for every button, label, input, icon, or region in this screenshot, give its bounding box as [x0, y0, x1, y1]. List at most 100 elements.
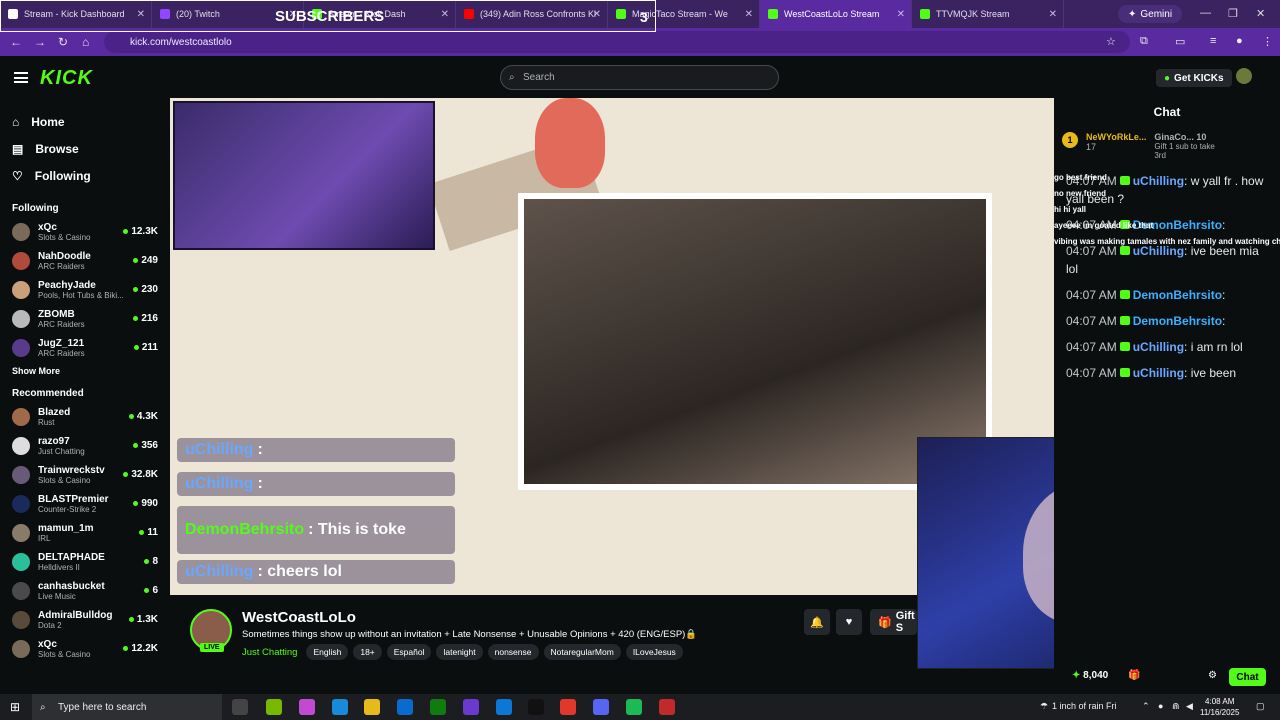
- menu-icon[interactable]: ⋮: [1262, 35, 1273, 48]
- weather-text[interactable]: 1 inch of rain Fri: [1052, 701, 1117, 711]
- chat-username[interactable]: uChilling: [1133, 340, 1184, 354]
- nvidia-icon[interactable]: [266, 699, 282, 715]
- windows-start-icon[interactable]: ⊞: [10, 700, 20, 714]
- maximize-icon[interactable]: ❐: [1228, 7, 1238, 20]
- viewer-count: 12.2K: [123, 643, 158, 654]
- channel-name: DELTAPHADE: [38, 551, 105, 563]
- channel-info: PeachyJade Pools, Hot Tubs & Biki...: [38, 280, 129, 300]
- bookmark-star-icon[interactable]: ☆: [1106, 35, 1116, 48]
- stream-tag[interactable]: ILoveJesus: [625, 644, 683, 660]
- store-icon[interactable]: [397, 699, 413, 715]
- streamer-name[interactable]: WestCoastLoLo: [242, 609, 356, 626]
- channel-name: razo97: [38, 435, 70, 447]
- get-kicks-button[interactable]: ● Get KICKs: [1156, 69, 1232, 87]
- home-icon[interactable]: ⌂: [82, 35, 89, 49]
- gemini-button[interactable]: ✦ Gemini: [1118, 5, 1183, 23]
- hamburger-menu-icon[interactable]: [14, 72, 28, 83]
- tab-close-icon[interactable]: ✕: [1049, 9, 1057, 20]
- edge-icon[interactable]: [332, 699, 348, 715]
- tab-close-icon[interactable]: ✕: [897, 9, 905, 20]
- stream-tag[interactable]: latenight: [436, 644, 483, 660]
- notification-bell-button[interactable]: 🔔: [804, 609, 830, 635]
- obs-icon[interactable]: [659, 699, 675, 715]
- discord-icon[interactable]: [593, 699, 609, 715]
- gift-box-icon[interactable]: 🎁: [1128, 670, 1140, 681]
- taskbar-search-input[interactable]: ⌕ Type here to search: [32, 694, 222, 720]
- sidebar-channel[interactable]: JugZ_121 ARC Raiders 211: [0, 333, 170, 362]
- close-window-icon[interactable]: ✕: [1256, 7, 1265, 20]
- media-icon[interactable]: ≡: [1210, 35, 1216, 47]
- stream-tag[interactable]: 18+: [353, 644, 382, 660]
- sidebar-channel[interactable]: xQc Slots & Casino 12.3K: [0, 217, 170, 246]
- outlook-icon[interactable]: [496, 699, 512, 715]
- user-avatar[interactable]: [1236, 68, 1252, 84]
- notifications-icon[interactable]: ▢: [1256, 701, 1265, 712]
- back-icon[interactable]: ←: [10, 35, 22, 49]
- wifi-icon[interactable]: ⋒: [1172, 701, 1180, 712]
- sidebar-channel[interactable]: razo97 Just Chatting 356: [0, 431, 170, 460]
- mic-icon[interactable]: ●: [1158, 701, 1163, 711]
- profile-icon[interactable]: ●: [1236, 35, 1243, 47]
- chrome-icon[interactable]: [560, 699, 576, 715]
- file-explorer-icon[interactable]: [364, 699, 380, 715]
- stream-tag[interactable]: English: [306, 644, 349, 660]
- task-view-icon[interactable]: [232, 699, 248, 715]
- sidebar-channel[interactable]: xQc Slots & Casino 12.2K: [0, 634, 170, 663]
- nav-following[interactable]: ♡ Following: [12, 162, 158, 189]
- chat-timestamp: 04:07 AM: [1066, 340, 1117, 354]
- kick-logo[interactable]: KICK: [40, 67, 93, 90]
- sidebar-channel[interactable]: AdmiralBulldog Dota 2 1.3K: [0, 605, 170, 634]
- sidebar-channel[interactable]: DELTAPHADE Helldivers II 8: [0, 547, 170, 576]
- chat-send-button[interactable]: Chat: [1229, 668, 1266, 686]
- stream-tag[interactable]: NotaregularMom: [543, 644, 621, 660]
- sidebar-channel[interactable]: Trainwreckstv Slots & Casino 32.8K: [0, 460, 170, 489]
- gift-label: Gift S: [895, 610, 915, 634]
- url-field[interactable]: kick.com/westcoastlolo: [104, 31, 1130, 53]
- leader-name: NeWYoRkLe...: [1086, 132, 1147, 142]
- live-dot-icon: [133, 316, 139, 321]
- tab-close-icon[interactable]: ✕: [745, 9, 753, 20]
- search-input[interactable]: ⌕ Search: [500, 65, 779, 90]
- pip-webcam-top: [173, 101, 435, 250]
- show-more-link[interactable]: Show More: [12, 366, 158, 376]
- nav-home[interactable]: ⌂ Home: [12, 108, 158, 135]
- chat-username[interactable]: DemonBehrsito: [1133, 314, 1222, 328]
- sidebar-channel[interactable]: mamun_1m IRL 11: [0, 518, 170, 547]
- stream-category[interactable]: Just Chatting: [242, 647, 297, 658]
- xbox-icon[interactable]: [430, 699, 446, 715]
- sidebar-channel[interactable]: ZBOMB ARC Raiders 216: [0, 304, 170, 333]
- follow-heart-button[interactable]: ♥: [836, 609, 862, 635]
- nav-browse[interactable]: ▤ Browse: [12, 135, 158, 162]
- forward-icon[interactable]: →: [34, 35, 46, 49]
- channel-points[interactable]: ✦ 8,040: [1072, 670, 1108, 681]
- channel-info: AdmiralBulldog Dota 2: [38, 610, 125, 630]
- extensions-icon[interactable]: ⧉: [1140, 35, 1148, 48]
- spotify-icon[interactable]: [626, 699, 642, 715]
- settings-gear-icon[interactable]: ⚙: [1208, 670, 1217, 681]
- copilot-icon[interactable]: [299, 699, 315, 715]
- chat-text: :: [1222, 288, 1226, 302]
- chat-username[interactable]: uChilling: [1133, 366, 1184, 380]
- browser-tab[interactable]: WestCoastLoLo Stream ✕: [760, 0, 912, 28]
- stream-tag[interactable]: Español: [386, 644, 432, 660]
- app-icon[interactable]: [463, 699, 479, 715]
- viewer-count: 990: [133, 498, 158, 509]
- viewer-count-value: 1.3K: [136, 614, 158, 625]
- gemini-icon: ✦: [1128, 8, 1137, 20]
- browser-tab[interactable]: TTVMQJK Stream ✕: [912, 0, 1064, 28]
- stream-tag[interactable]: nonsense: [487, 644, 539, 660]
- sidebar-channel[interactable]: BLASTPremier Counter-Strike 2 990: [0, 489, 170, 518]
- tiktok-icon[interactable]: [528, 699, 544, 715]
- sidebar-channel[interactable]: PeachyJade Pools, Hot Tubs & Biki... 230: [0, 275, 170, 304]
- tray-chevron-icon[interactable]: ⌃: [1142, 701, 1150, 712]
- reload-icon[interactable]: ↻: [58, 35, 68, 49]
- sidebar-channel[interactable]: NahDoodle ARC Raiders 249: [0, 246, 170, 275]
- sidepanel-icon[interactable]: ▭: [1175, 35, 1185, 48]
- taskbar-clock[interactable]: 4:08 AM 11/16/2025: [1200, 696, 1239, 718]
- volume-icon[interactable]: ◀: [1186, 701, 1193, 712]
- sidebar-channel[interactable]: Blazed Rust 4.3K: [0, 402, 170, 431]
- gift-subs-button[interactable]: 🎁 Gift S: [870, 609, 917, 635]
- minimize-icon[interactable]: —: [1200, 7, 1211, 19]
- chat-username[interactable]: DemonBehrsito: [1133, 288, 1222, 302]
- sidebar-channel[interactable]: canhasbucket Live Music 6: [0, 576, 170, 605]
